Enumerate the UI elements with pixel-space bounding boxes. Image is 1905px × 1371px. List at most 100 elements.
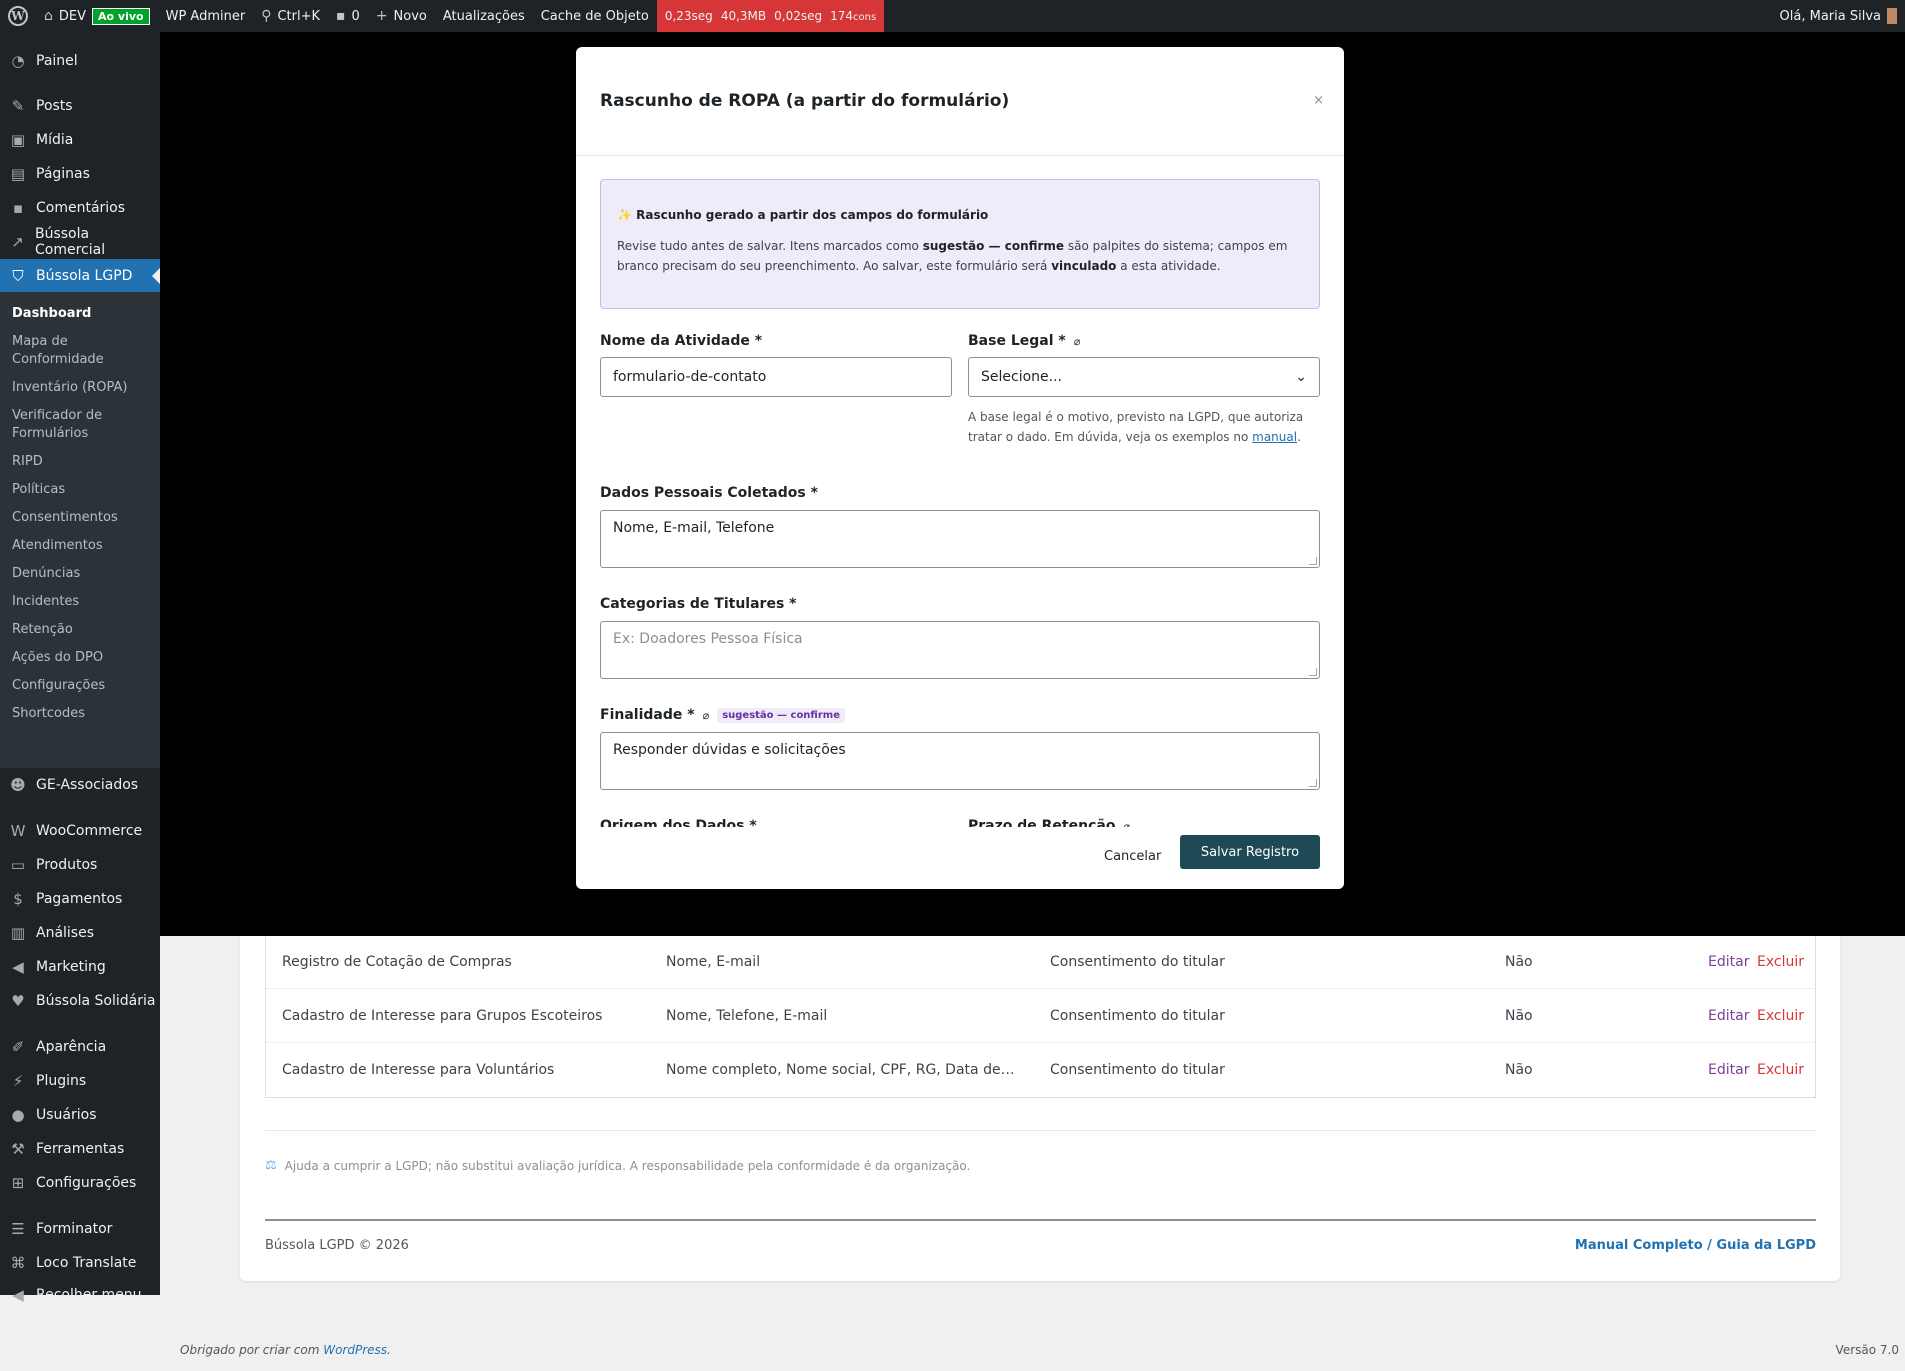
command-palette-button[interactable]: ⚲ Ctrl+K	[253, 0, 328, 32]
data-origin-label: Origem dos Dados *	[600, 818, 757, 827]
resize-handle[interactable]	[1309, 779, 1317, 787]
updates-link[interactable]: Atualizações	[435, 0, 533, 32]
notice-text: Revise tudo antes de salvar. Itens marca…	[617, 239, 1288, 273]
menu-bussola-comercial[interactable]: ↗ Bússola Comercial	[0, 225, 160, 259]
menu-ge-associados[interactable]: ☻ GE-Associados	[0, 768, 160, 802]
memory-usage: 40,3MB	[720, 9, 767, 23]
submenu-atendimentos[interactable]: Atendimentos	[0, 532, 160, 560]
menu-painel[interactable]: ◔ Painel	[0, 44, 160, 78]
submenu-ripd[interactable]: RIPD	[0, 448, 160, 476]
new-content-menu[interactable]: + Novo	[368, 0, 435, 32]
legal-basis-help: A base legal é o motivo, previsto na LGP…	[968, 410, 1304, 444]
menu-paginas[interactable]: ▤ Páginas	[0, 157, 160, 191]
user-icon: ●	[11, 1106, 25, 1124]
menu-bussola-solidaria[interactable]: ♥ Bússola Solidária	[0, 984, 160, 1018]
menu-usuarios[interactable]: ● Usuários	[0, 1098, 160, 1132]
legal-basis-select[interactable]: Selecione... ⌄	[968, 357, 1320, 397]
collapse-icon: ◀	[12, 1286, 24, 1304]
divider	[265, 1219, 1816, 1221]
menu-configuracoes[interactable]: ⊞ Configurações	[0, 1166, 160, 1200]
save-record-button[interactable]: Salvar Registro	[1180, 835, 1320, 869]
submenu-retencao[interactable]: Retenção	[0, 616, 160, 644]
menu-analises[interactable]: ▥ Análises	[0, 916, 160, 950]
query-monitor-stats[interactable]: 0,23seg 40,3MB 0,02seg 174cons	[656, 0, 885, 32]
menu-loco-translate[interactable]: ⌘ Loco Translate	[0, 1246, 160, 1280]
query-count: 174cons	[830, 9, 877, 23]
menu-midia[interactable]: ▣ Mídia	[0, 123, 160, 157]
paperclip-icon[interactable]: ⌀	[1074, 335, 1081, 348]
manual-link[interactable]: Manual Completo / Guia da LGPD	[1575, 1238, 1816, 1253]
menu-produtos[interactable]: ▭ Produtos	[0, 848, 160, 882]
delete-link[interactable]: Excluir	[1757, 954, 1804, 970]
collapse-menu-button[interactable]: ◀ Recolher menu	[0, 1280, 160, 1310]
retention-label: Prazo de Retenção ⌀	[968, 818, 1130, 827]
edit-link[interactable]: Editar	[1708, 1008, 1749, 1024]
menu-plugins[interactable]: ⚡ Plugins	[0, 1064, 160, 1098]
close-icon[interactable]: ×	[1313, 93, 1324, 108]
edit-link[interactable]: Editar	[1708, 954, 1749, 970]
menu-woocommerce[interactable]: W WooCommerce	[0, 814, 160, 848]
ropa-draft-modal: Rascunho de ROPA (a partir do formulário…	[576, 47, 1344, 889]
groups-icon: ☻	[10, 776, 26, 794]
object-cache-link[interactable]: Cache de Objeto	[533, 0, 657, 32]
personal-data-textarea[interactable]: Nome, E-mail, Telefone	[600, 510, 1320, 568]
home-icon: ⌂	[44, 8, 53, 24]
menu-pagamentos[interactable]: $ Pagamentos	[0, 882, 160, 916]
table-row: Cadastro de Interesse para Grupos Escote…	[282, 1007, 1804, 1024]
menu-aparencia[interactable]: ✐ Aparência	[0, 1030, 160, 1064]
wordpress-icon: W	[8, 6, 28, 26]
live-badge: Ao vivo	[92, 7, 150, 25]
brush-icon: ✐	[11, 1038, 25, 1056]
menu-forminator[interactable]: ☰ Forminator	[0, 1212, 160, 1246]
comments-link[interactable]: ▪ 0	[328, 0, 368, 32]
submenu-inventario[interactable]: Inventário (ROPA)	[0, 374, 160, 402]
submenu-verificador[interactable]: Verificador de Formulários	[0, 402, 160, 448]
bar-chart-icon: ▥	[10, 924, 26, 942]
comment-icon: ▪	[12, 199, 24, 217]
submenu-incidentes[interactable]: Incidentes	[0, 588, 160, 616]
purpose-textarea[interactable]: Responder dúvidas e solicitações	[600, 732, 1320, 790]
submenu-configuracoes[interactable]: Configurações	[0, 672, 160, 700]
money-icon: $	[13, 890, 23, 908]
media-icon: ▣	[10, 131, 26, 149]
db-time: 0,02seg	[774, 9, 823, 23]
submenu-acoes-dpo[interactable]: Ações do DPO	[0, 644, 160, 672]
modal-body[interactable]: ✨ Rascunho gerado a partir dos campos do…	[576, 157, 1344, 827]
paperclip-icon[interactable]: ⌀	[1123, 820, 1130, 828]
submenu-politicas[interactable]: Políticas	[0, 476, 160, 504]
scale-icon: ⚖	[265, 1158, 277, 1173]
resize-handle[interactable]	[1309, 668, 1317, 676]
modal-header: Rascunho de ROPA (a partir do formulário…	[576, 47, 1344, 156]
wordpress-link[interactable]: WordPress	[323, 1343, 387, 1357]
wrench-icon: ⚒	[11, 1140, 25, 1158]
menu-posts[interactable]: ✎ Posts	[0, 89, 160, 123]
pin-icon: ✎	[11, 97, 25, 115]
delete-link[interactable]: Excluir	[1757, 1008, 1804, 1024]
cancel-button[interactable]: Cancelar	[1104, 849, 1161, 864]
menu-bussola-lgpd[interactable]: ⛉ Bússola LGPD	[0, 259, 160, 293]
paperclip-icon[interactable]: ⌀	[703, 709, 710, 722]
manual-inline-link[interactable]: manual	[1252, 430, 1297, 444]
menu-comentarios[interactable]: ▪ Comentários	[0, 191, 160, 225]
menu-ferramentas[interactable]: ⚒ Ferramentas	[0, 1132, 160, 1166]
delete-link[interactable]: Excluir	[1757, 1062, 1804, 1078]
edit-link[interactable]: Editar	[1708, 1062, 1749, 1078]
shield-icon: ⛉	[12, 267, 24, 285]
form-icon: ☰	[11, 1220, 25, 1238]
subjects-textarea[interactable]: Ex: Doadores Pessoa Física	[600, 621, 1320, 679]
wordpress-logo-menu[interactable]: W	[0, 0, 36, 32]
submenu-consentimentos[interactable]: Consentimentos	[0, 504, 160, 532]
submenu-mapa[interactable]: Mapa de Conformidade	[0, 328, 160, 374]
menu-marketing[interactable]: ◀ Marketing	[0, 950, 160, 984]
activity-name-input[interactable]: formulario-de-contato	[600, 357, 952, 397]
submenu-shortcodes[interactable]: Shortcodes	[0, 700, 160, 728]
wp-adminer-link[interactable]: WP Adminer	[158, 0, 254, 32]
site-name-menu[interactable]: ⌂ DEV Ao vivo	[36, 0, 158, 32]
resize-handle[interactable]	[1309, 557, 1317, 565]
woocommerce-icon: W	[10, 822, 26, 840]
submenu-dashboard[interactable]: Dashboard	[0, 300, 160, 328]
wp-version: Versão 7.0	[1835, 1343, 1899, 1357]
submenu-denuncias[interactable]: Denúncias	[0, 560, 160, 588]
dashboard-icon: ◔	[11, 52, 25, 70]
my-account-menu[interactable]: Olá, Maria Silva	[1772, 0, 1905, 32]
